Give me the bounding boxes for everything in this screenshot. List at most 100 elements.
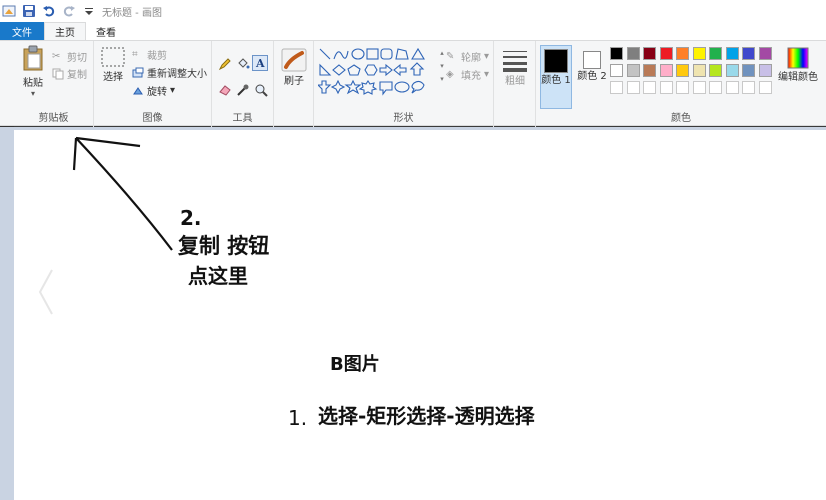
brush-button[interactable]: 刷子 [278, 47, 310, 88]
color-wheel-icon [787, 47, 809, 69]
pencil-icon[interactable] [218, 57, 232, 71]
color-swatch[interactable] [626, 47, 640, 60]
color-swatch[interactable] [725, 47, 739, 60]
colors-group-label: 颜色 [671, 113, 691, 124]
color2-swatch [583, 51, 601, 69]
cut-button[interactable]: ✂ 剪切 [52, 49, 87, 65]
color-swatch[interactable] [659, 47, 673, 60]
size-group: 粗细 [494, 41, 536, 127]
brush-group: 刷子 [274, 41, 314, 127]
line-thickness-icon [503, 51, 527, 72]
colors-group: 颜色 1 颜色 2 编辑颜色 颜色 [536, 41, 826, 127]
save-icon[interactable] [22, 4, 36, 18]
step2-line1: 复制 按钮 [178, 234, 270, 258]
brush-label: 刷子 [284, 76, 304, 87]
custom-color-swatch[interactable] [659, 81, 673, 94]
rotate-button[interactable]: 旋转 ▾ [132, 83, 175, 98]
color-swatch[interactable] [758, 47, 772, 60]
eraser-icon[interactable] [218, 83, 232, 97]
edit-colors-label: 编辑颜色 [778, 72, 818, 83]
custom-color-swatch[interactable] [725, 81, 739, 94]
tab-file[interactable]: 文件 [0, 22, 44, 40]
paste-button[interactable]: 粘贴 ▾ [18, 45, 48, 105]
outline-brush-icon: ✎ [446, 50, 455, 62]
size-label: 粗细 [505, 76, 525, 87]
paint-app-icon [2, 5, 16, 17]
color-swatch[interactable] [692, 47, 706, 60]
color-swatch[interactable] [709, 47, 722, 60]
color-swatch[interactable] [758, 64, 772, 77]
ribbon-tabs: 文件 主页 查看 [0, 22, 826, 40]
custom-color-swatch[interactable] [676, 81, 689, 94]
customize-toolbar-icon[interactable] [82, 4, 96, 18]
redo-icon[interactable] [62, 4, 76, 18]
color-swatch[interactable] [659, 64, 673, 77]
edit-colors-button[interactable]: 编辑颜色 [778, 47, 818, 84]
step2-number: 2. [180, 206, 202, 230]
title-bar: 无标题 - 画图 [0, 0, 826, 22]
color-swatch[interactable] [692, 64, 706, 77]
hand-drawn-arrow [38, 136, 173, 315]
color-swatch[interactable] [643, 64, 656, 77]
cut-label: 剪切 [67, 53, 87, 64]
shapes-gallery[interactable] [318, 47, 436, 97]
scissors-icon: ✂ [52, 50, 61, 62]
magnifier-icon[interactable] [254, 83, 268, 97]
color-swatch[interactable] [676, 64, 689, 77]
color1-swatch [544, 49, 568, 73]
rotate-label: 旋转 [147, 87, 167, 98]
undo-icon[interactable] [42, 4, 56, 18]
custom-color-swatch[interactable] [742, 81, 755, 94]
custom-color-swatch[interactable] [626, 81, 640, 94]
color-swatch[interactable] [725, 64, 739, 77]
color1-label: 颜色 1 [541, 75, 571, 86]
shapes-scroll[interactable]: ▴ ▾ ▾ [438, 47, 446, 97]
clipboard-group: 粘贴 ▾ ✂ 剪切 复制 剪贴板 [14, 41, 94, 127]
resize-button[interactable]: 重新调整大小 [132, 65, 207, 80]
brush-icon [281, 48, 307, 72]
color-swatch[interactable] [709, 64, 722, 77]
tab-view[interactable]: 查看 [86, 22, 126, 40]
rotate-icon [133, 86, 143, 94]
custom-color-swatch[interactable] [692, 81, 706, 94]
color-picker-icon[interactable] [236, 83, 250, 97]
shapes-group-label: 形状 [393, 113, 414, 124]
color-swatch[interactable] [742, 64, 755, 77]
resize-label: 重新调整大小 [147, 69, 207, 80]
outline-button[interactable]: ✎ 轮廓 ▾ [446, 49, 489, 65]
size-button[interactable]: 粗细 [500, 49, 530, 88]
paste-icon [23, 45, 43, 71]
color1-button[interactable]: 颜色 1 [540, 45, 572, 109]
color-swatch[interactable] [676, 47, 689, 60]
shapes-group: ▴ ▾ ▾ ✎ 轮廓 ▾ ◈ 填充 ▾ 形状 [314, 41, 494, 127]
fill-bucket-icon[interactable] [236, 57, 250, 71]
custom-color-swatch[interactable] [758, 81, 772, 94]
fill-label: 填充 [461, 71, 481, 82]
crop-button[interactable]: ⌗ 裁剪 [132, 47, 167, 63]
paste-dropdown-arrow-icon[interactable]: ▾ [18, 89, 48, 98]
color-swatch[interactable] [610, 64, 623, 77]
color2-button[interactable]: 颜色 2 [576, 45, 608, 109]
tab-home[interactable]: 主页 [44, 22, 86, 40]
color-swatch[interactable] [626, 64, 640, 77]
color-swatch[interactable] [742, 47, 755, 60]
svg-text:A: A [255, 57, 265, 70]
crop-icon: ⌗ [132, 48, 138, 60]
custom-color-swatch[interactable] [643, 81, 656, 94]
window-title: 无标题 - 画图 [102, 7, 162, 19]
color-swatch[interactable] [610, 47, 623, 60]
fill-dropdown-arrow-icon: ▾ [484, 69, 490, 80]
custom-color-swatch[interactable] [610, 81, 623, 94]
step1-text: 选择-矩形选择-透明选择 [318, 404, 535, 428]
fill-button[interactable]: ◈ 填充 ▾ [446, 67, 490, 83]
drawing-canvas[interactable]: 2. 复制 按钮 点这里 B图片 1. 选择-矩形选择-透明选择 [14, 130, 826, 500]
crop-label: 裁剪 [147, 51, 167, 62]
copy-button[interactable]: 复制 [52, 66, 87, 81]
select-rectangle-icon [101, 47, 125, 67]
select-button[interactable]: 选择 [100, 47, 126, 84]
color-swatch[interactable] [643, 47, 656, 60]
text-tool-icon[interactable]: A [252, 55, 268, 71]
color2-label: 颜色 2 [577, 71, 607, 82]
copy-icon [52, 68, 64, 79]
custom-color-swatch[interactable] [709, 81, 722, 94]
